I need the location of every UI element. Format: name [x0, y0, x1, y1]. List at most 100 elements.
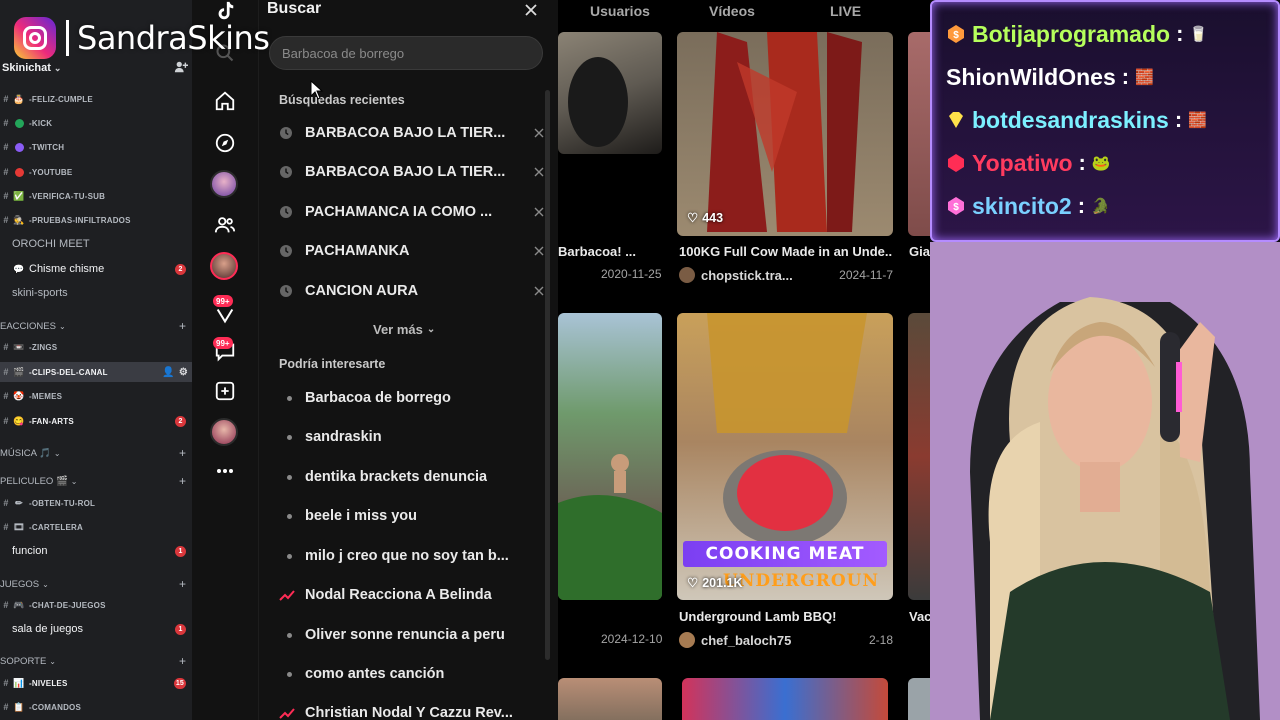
upload-icon[interactable] [208, 374, 242, 408]
channel-item[interactable]: funcion 1 [0, 541, 192, 561]
channel-item[interactable]: # -YOUTUBE [0, 162, 192, 182]
video-title[interactable]: Barbacoa! ... [558, 244, 662, 259]
invite-icon[interactable]: 👤 [162, 367, 175, 378]
add-channel-icon[interactable]: + [179, 319, 186, 333]
bullet-icon [279, 671, 305, 677]
add-channel-icon[interactable]: + [179, 654, 186, 668]
author-avatar[interactable] [679, 632, 695, 648]
more-icon[interactable] [208, 454, 242, 488]
suggestion-item[interactable]: Barbacoa de borrego [279, 383, 547, 413]
channel-item[interactable]: # 📼 -ZINGS [0, 337, 192, 357]
channel-category[interactable]: PELICULEO 🎬 ⌄ + [0, 472, 192, 490]
live-avatar[interactable] [210, 170, 238, 198]
search-input[interactable] [269, 36, 543, 70]
recent-search-item[interactable]: BARBACOA BAJO LA TIER... [279, 118, 547, 148]
recent-search-item[interactable]: PACHAMANKA [279, 236, 547, 266]
video-thumbnail[interactable] [558, 678, 662, 720]
channel-label: Chisme chisme [29, 263, 105, 275]
hash-icon: # [3, 600, 9, 610]
suggestion-item[interactable]: beele i miss you [279, 501, 547, 531]
gear-icon[interactable]: ⚙ [179, 367, 188, 378]
author-name[interactable]: chopstick.tra... [701, 268, 793, 283]
channel-item[interactable]: # ✅ -VERIFICA-TU-SUB [0, 186, 192, 206]
channel-item[interactable]: # 😋 -FAN-ARTS 2 [0, 411, 192, 431]
tab-live[interactable]: LIVE [830, 3, 861, 19]
explore-icon[interactable] [208, 126, 242, 160]
channel-category[interactable]: EACCIONES ⌄ + [0, 317, 192, 335]
server-header[interactable]: Skinichat ⌄ [0, 58, 192, 78]
video-title[interactable]: Gia [909, 244, 930, 259]
home-icon[interactable] [208, 84, 242, 118]
video-thumbnail[interactable]: ♡ 443 [677, 32, 893, 236]
author-avatar[interactable] [679, 267, 695, 283]
friend-avatar[interactable] [210, 252, 238, 280]
channel-label: -NIVELES [29, 678, 68, 688]
channel-item[interactable]: # 🕵 -PRUEBAS-INFILTRADOS [0, 210, 192, 230]
video-title[interactable]: Vac [909, 609, 930, 624]
channel-emoji-icon: 💬 [13, 263, 25, 274]
suggestion-item[interactable]: Nodal Reacciona A Belinda [279, 580, 547, 610]
channel-item[interactable]: # 🎮 -CHAT-DE-JUEGOS [0, 595, 192, 615]
mouse-cursor-icon [310, 80, 324, 100]
channel-item[interactable]: # 🎂 -FELIZ-CUMPLE [0, 89, 192, 109]
suggestion-item[interactable]: sandraskin [279, 422, 547, 452]
chevron-down-icon: ⌄ [426, 324, 436, 335]
channel-category[interactable]: MÚSICA 🎵 ⌄ + [0, 444, 192, 462]
emote-icon: 🐊 [1091, 198, 1110, 215]
video-thumbnail[interactable] [558, 32, 662, 154]
channel-category[interactable]: SOPORTE ⌄ + [0, 652, 192, 670]
channel-category[interactable]: JUEGOS ⌄ + [0, 575, 192, 593]
add-member-icon[interactable] [174, 60, 188, 74]
hash-icon: # [3, 94, 9, 104]
channel-item[interactable]: # -TWITCH [0, 137, 192, 157]
channel-item[interactable]: sala de juegos 1 [0, 619, 192, 639]
add-channel-icon[interactable]: + [179, 446, 186, 460]
author-name[interactable]: chef_baloch75 [701, 633, 791, 648]
channel-item[interactable]: # 🎞 -CARTELERA [0, 517, 192, 537]
channel-item[interactable]: # -KICK [0, 113, 192, 133]
video-title[interactable]: 100KG Full Cow Made in an Unde... [679, 244, 893, 259]
following-icon[interactable] [208, 208, 242, 242]
scrollbar[interactable] [545, 90, 550, 660]
channel-item[interactable]: # 🤡 -MEMES [0, 386, 192, 406]
channel-label: -TWITCH [29, 142, 65, 152]
video-thumbnail[interactable]: COOKING MEAT UNDERGROUN ♡ 201.1K [677, 313, 893, 600]
video-thumbnail[interactable] [558, 313, 662, 600]
channel-item[interactable]: # ✏ -OBTEN-TU-ROL [0, 493, 192, 513]
channel-item[interactable]: # 📊 -NIVELES 15 [0, 673, 192, 693]
video-thumbnail[interactable] [908, 678, 930, 720]
video-thumbnail[interactable] [908, 313, 930, 600]
video-thumbnail[interactable] [682, 678, 888, 720]
channel-item[interactable]: # 🎬 -CLIPS-DEL-CANAL 👤 ⚙ [0, 362, 192, 382]
recent-search-item[interactable]: BARBACOA BAJO LA TIER... [279, 157, 547, 187]
suggestion-item[interactable]: Oliver sonne renuncia a peru [279, 620, 547, 650]
channel-label: -OBTEN-TU-ROL [29, 498, 96, 508]
unread-badge: 1 [175, 545, 186, 557]
profile-avatar[interactable] [210, 418, 238, 446]
suggestion-item[interactable]: milo j creo que no soy tan b... [279, 541, 547, 571]
video-thumbnail[interactable] [908, 32, 930, 236]
channel-label: -FELIZ-CUMPLE [29, 94, 93, 104]
suggestion-label: Oliver sonne renuncia a peru [305, 627, 505, 643]
tab-videos[interactable]: Vídeos [709, 3, 755, 19]
channel-item[interactable]: skini-sports [0, 283, 192, 303]
channel-item[interactable]: # 📋 -COMANDOS [0, 697, 192, 717]
clock-icon [279, 284, 305, 298]
channel-item[interactable]: OROCHI MEET [0, 234, 192, 254]
suggestion-item[interactable]: como antes canción [279, 659, 547, 689]
chevron-down-icon: ⌄ [42, 579, 49, 589]
add-channel-icon[interactable]: + [179, 577, 186, 591]
video-title[interactable]: Underground Lamb BBQ! [679, 609, 893, 624]
suggestion-item[interactable]: dentika brackets denuncia [279, 462, 547, 492]
recent-search-item[interactable]: PACHAMANCA IA COMO ... [279, 197, 547, 227]
suggestion-item[interactable]: Christian Nodal Y Cazzu Rev... [279, 698, 547, 720]
see-more-button[interactable]: Ver más ⌄ [373, 322, 435, 337]
category-label: JUEGOS [0, 578, 40, 590]
recent-search-item[interactable]: CANCION AURA [279, 276, 547, 306]
underground-caption: UNDERGROUN [723, 571, 880, 591]
add-channel-icon[interactable]: + [179, 474, 186, 488]
channel-item[interactable]: 💬 Chisme chisme 2 [0, 259, 192, 279]
close-icon[interactable] [521, 0, 541, 20]
search-panel: Buscar Búsquedas recientes BARBACOA BAJO… [258, 0, 558, 720]
tab-users[interactable]: Usuarios [590, 3, 650, 19]
